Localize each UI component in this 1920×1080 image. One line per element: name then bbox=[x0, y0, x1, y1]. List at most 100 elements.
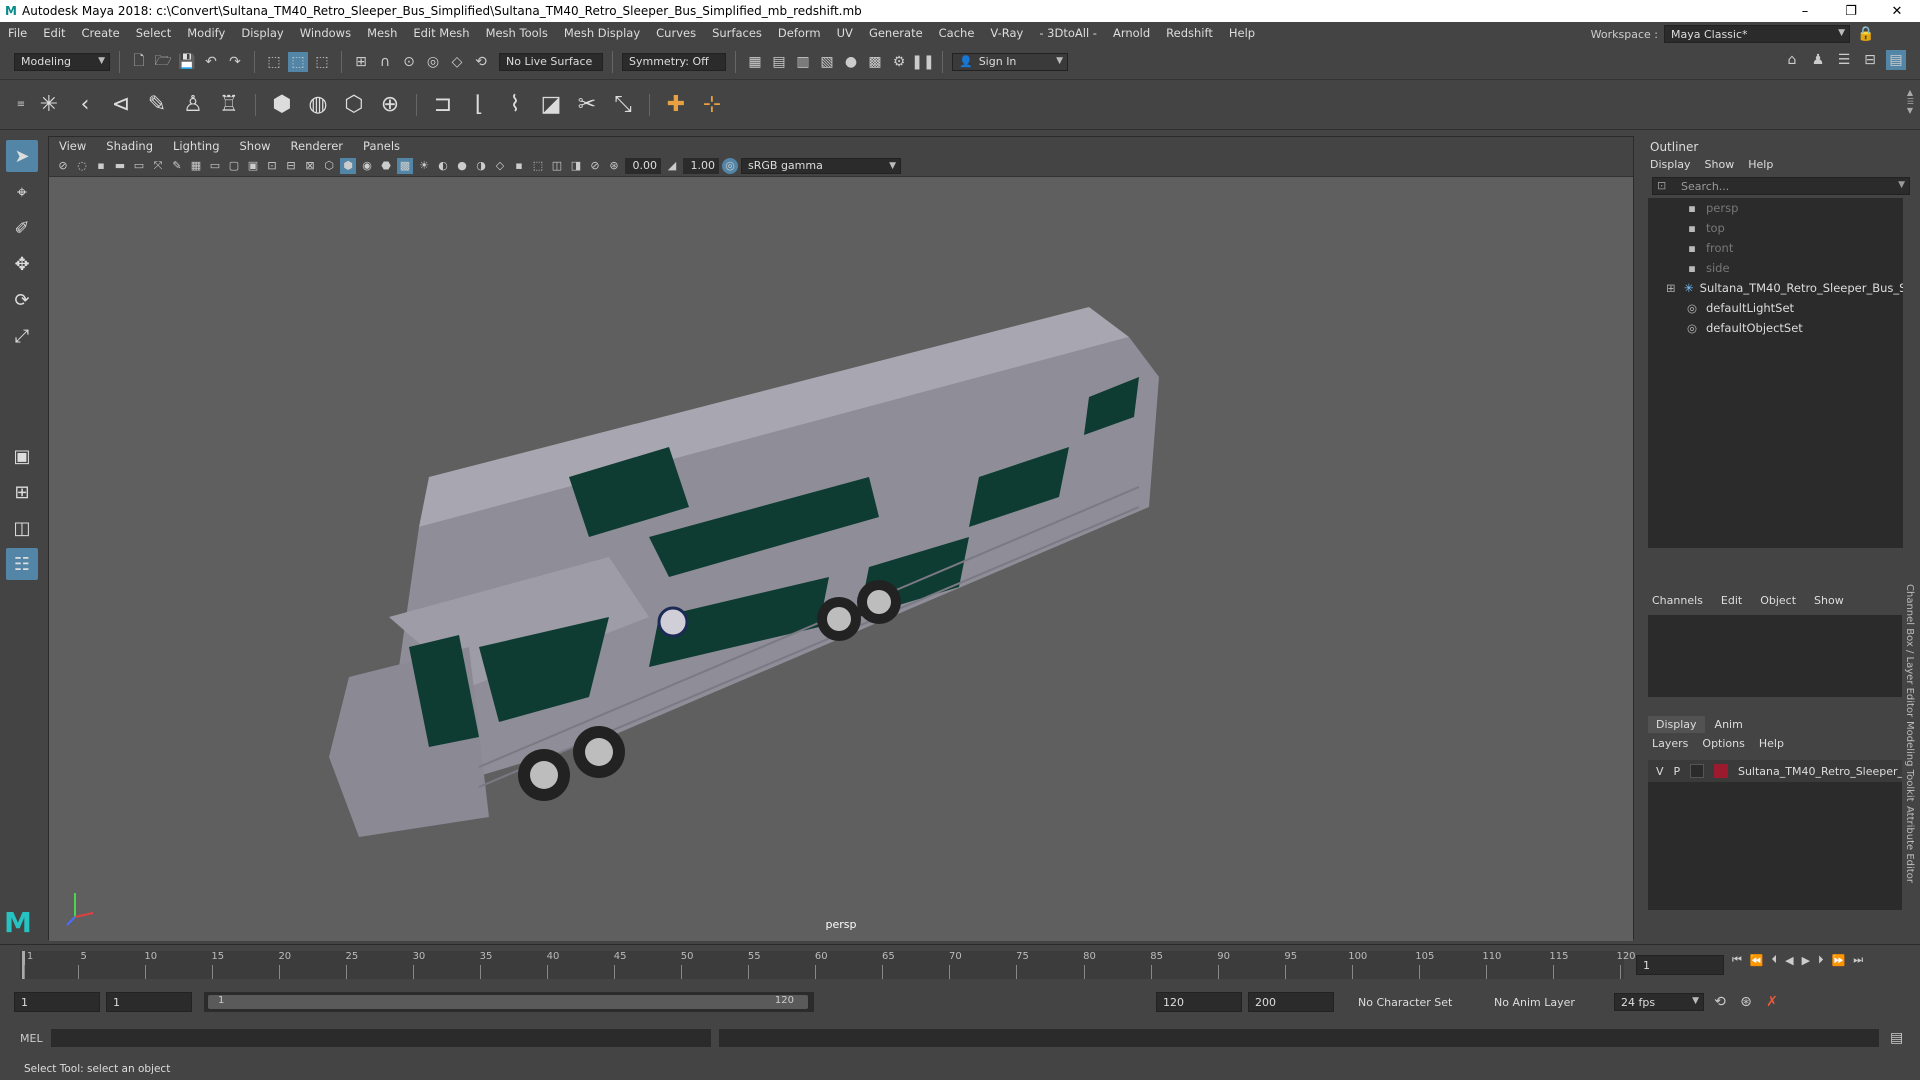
menu-help[interactable]: Help bbox=[1221, 26, 1263, 40]
2d-pan-icon[interactable]: ⤧ bbox=[150, 158, 166, 174]
sign-in-button[interactable]: 👤 Sign In ▼ bbox=[952, 52, 1068, 71]
layer-menu-help[interactable]: Help bbox=[1759, 737, 1784, 750]
animation-start-field[interactable]: 1 bbox=[14, 992, 100, 1012]
lasso-tool-icon[interactable]: ⌖ bbox=[6, 176, 38, 208]
outliner-item-persp[interactable]: ▪ persp bbox=[1648, 198, 1903, 218]
pause-icon[interactable]: ❚❚ bbox=[911, 52, 934, 72]
menu-generate[interactable]: Generate bbox=[861, 26, 931, 40]
menu-redshift[interactable]: Redshift bbox=[1158, 26, 1221, 40]
gate-mask-icon[interactable]: ▣ bbox=[245, 158, 261, 174]
menu-icon[interactable]: ☰ bbox=[1907, 97, 1914, 106]
layer-row[interactable]: V P Sultana_TM40_Retro_Sleeper_E bbox=[1648, 760, 1910, 782]
camera-lock-icon[interactable]: ◌ bbox=[74, 158, 90, 174]
select-object-icon[interactable]: ⬚ bbox=[288, 51, 308, 72]
camera-select-icon[interactable]: ⊘ bbox=[55, 158, 71, 174]
mel-input[interactable] bbox=[50, 1029, 711, 1047]
anti-alias-icon[interactable]: ◇ bbox=[492, 158, 508, 174]
insert-edge-loop-icon[interactable]: ✚ bbox=[661, 90, 691, 120]
multi-cut-icon[interactable]: ✂ bbox=[572, 90, 602, 120]
humanik-icon[interactable]: ♙ bbox=[178, 90, 208, 120]
tab-anim[interactable]: Anim bbox=[1707, 716, 1751, 733]
outliner-menu-help[interactable]: Help bbox=[1748, 158, 1773, 171]
menu-mesh-tools[interactable]: Mesh Tools bbox=[478, 26, 556, 40]
range-bar[interactable]: 1 120 bbox=[208, 995, 808, 1009]
render-settings-icon[interactable]: ▧ bbox=[817, 52, 837, 72]
attribute-editor-icon[interactable]: ☰ bbox=[1834, 50, 1854, 70]
outliner-layout-icon[interactable]: ☷ bbox=[6, 548, 38, 580]
animation-prefs-icon[interactable]: ✗ bbox=[1762, 992, 1782, 1012]
curve-cv-icon[interactable]: ‹ bbox=[70, 90, 100, 120]
shelf-scroll[interactable]: ▲ ☰ ▼ bbox=[1907, 88, 1914, 115]
select-hierarchy-icon[interactable]: ⬚ bbox=[264, 52, 284, 72]
isolate-select-icon[interactable]: ⬚ bbox=[530, 158, 546, 174]
vp-menu-lighting[interactable]: Lighting bbox=[163, 139, 229, 153]
menu-file[interactable]: File bbox=[0, 26, 35, 40]
wireframe-icon[interactable]: ⬡ bbox=[321, 158, 337, 174]
outliner-item-side[interactable]: ▪ side bbox=[1648, 258, 1903, 278]
go-to-start-icon[interactable]: ⏮ bbox=[1732, 953, 1742, 967]
default-material-icon[interactable]: ◉ bbox=[359, 158, 375, 174]
menu-arnold[interactable]: Arnold bbox=[1105, 26, 1158, 40]
screen-space-ao-icon[interactable]: ● bbox=[454, 158, 470, 174]
safe-action-icon[interactable]: ⊟ bbox=[283, 158, 299, 174]
poly-mesh-icon[interactable]: ⬡ bbox=[339, 90, 369, 120]
render-view-icon[interactable]: ▤ bbox=[769, 52, 789, 72]
vp-menu-renderer[interactable]: Renderer bbox=[281, 139, 354, 153]
modeling-toolkit-icon[interactable]: ⌂ bbox=[1782, 50, 1802, 70]
nurbs-star-icon[interactable]: ✳ bbox=[34, 90, 64, 120]
step-forward-frame-icon[interactable]: ⏵ bbox=[1818, 953, 1824, 967]
tool-settings-icon[interactable]: ⊟ bbox=[1860, 50, 1880, 70]
auto-key-icon[interactable]: ⊛ bbox=[1736, 992, 1756, 1012]
offset-edge-loop-icon[interactable]: ⊹ bbox=[697, 90, 727, 120]
two-pane-layout-icon[interactable]: ◫ bbox=[6, 512, 38, 544]
layer-playback-toggle[interactable]: P bbox=[1674, 765, 1681, 778]
layer-ref-toggle[interactable] bbox=[1690, 764, 1705, 778]
motion-blur-icon[interactable]: ◑ bbox=[473, 158, 489, 174]
menu-3dtoall[interactable]: - 3DtoAll - bbox=[1031, 26, 1105, 40]
shelf-options-icon[interactable]: ≡ bbox=[14, 95, 28, 115]
use-all-lights-icon[interactable]: ☀ bbox=[416, 158, 432, 174]
play-forwards-icon[interactable]: ▶ bbox=[1802, 954, 1810, 967]
maximize-button[interactable]: ❐ bbox=[1828, 0, 1874, 22]
search-filter-icon[interactable]: ⊡ bbox=[1657, 179, 1666, 192]
vp-menu-show[interactable]: Show bbox=[230, 139, 281, 153]
channel-menu-show[interactable]: Show bbox=[1814, 594, 1844, 607]
ipr-render-icon[interactable]: ▥ bbox=[793, 52, 813, 72]
script-editor-icon[interactable]: ▤ bbox=[1887, 1028, 1907, 1048]
render-frame-icon[interactable]: ▦ bbox=[745, 52, 765, 72]
playback-start-field[interactable]: 1 bbox=[106, 992, 192, 1012]
fps-dropdown[interactable]: 24 fps ▼ bbox=[1614, 993, 1704, 1011]
outliner-item-default-light-set[interactable]: ◎ defaultLightSet bbox=[1648, 298, 1903, 318]
chevron-up-icon[interactable]: ▲ bbox=[1907, 88, 1914, 97]
layer-menu-layers[interactable]: Layers bbox=[1652, 737, 1688, 750]
pencil-curve-icon[interactable]: ✎ bbox=[142, 90, 172, 120]
scale-tool-icon[interactable]: ⤢ bbox=[6, 320, 38, 352]
bridge-icon[interactable]: ⌇ bbox=[500, 90, 530, 120]
field-chart-icon[interactable]: ⊡ bbox=[264, 158, 280, 174]
playback-end-field[interactable]: 120 bbox=[1156, 992, 1242, 1012]
save-scene-icon[interactable]: 💾 bbox=[177, 52, 197, 72]
gamma-field[interactable]: 1.00 bbox=[683, 157, 719, 174]
redo-icon[interactable]: ↷ bbox=[225, 52, 245, 72]
layer-visibility-toggle[interactable]: V bbox=[1656, 765, 1664, 778]
snap-view-icon[interactable]: ◎ bbox=[423, 52, 443, 72]
wireframe-on-shaded-icon[interactable]: ⬣ bbox=[378, 158, 394, 174]
film-gate-icon[interactable]: ▭ bbox=[207, 158, 223, 174]
menu-modify[interactable]: Modify bbox=[179, 26, 233, 40]
channel-box-icon[interactable]: ▤ bbox=[1886, 50, 1906, 70]
live-surface-field[interactable]: No Live Surface bbox=[499, 52, 603, 71]
play-backwards-icon[interactable]: ◀ bbox=[1785, 954, 1793, 967]
lock-icon[interactable]: 🔒 bbox=[1856, 24, 1876, 44]
bus-model[interactable] bbox=[49, 177, 1635, 941]
snap-surface-icon[interactable]: ◇ bbox=[447, 52, 467, 72]
snap-point-icon[interactable]: ⊙ bbox=[399, 52, 419, 72]
layer-menu-options[interactable]: Options bbox=[1702, 737, 1744, 750]
menu-surfaces[interactable]: Surfaces bbox=[704, 26, 770, 40]
target-weld-icon[interactable]: ⤡ bbox=[608, 90, 638, 120]
vp-menu-panels[interactable]: Panels bbox=[353, 139, 410, 153]
chevron-down-icon[interactable]: ▼ bbox=[1907, 106, 1914, 115]
expand-icon[interactable]: ⊞ bbox=[1666, 281, 1676, 295]
tab-modeling-toolkit[interactable]: Modeling Toolkit bbox=[1904, 721, 1915, 802]
resolution-gate-icon[interactable]: ▢ bbox=[226, 158, 242, 174]
xray-active-icon[interactable]: ◨ bbox=[568, 158, 584, 174]
